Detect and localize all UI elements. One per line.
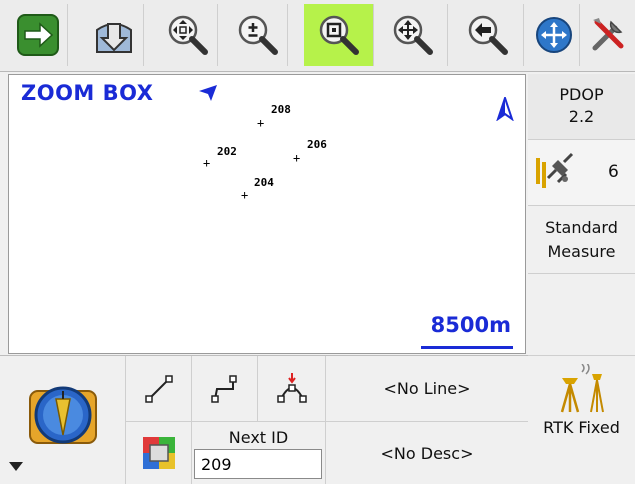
next-id-label: Next ID <box>228 428 289 447</box>
empty-status-cell <box>528 274 635 356</box>
rtk-cell[interactable]: RTK Fixed <box>528 356 635 483</box>
arrow-right-icon <box>16 14 59 56</box>
download-icon <box>95 23 132 53</box>
line-tool-button[interactable] <box>126 356 192 422</box>
arc-icon <box>276 372 307 403</box>
globe-nav-icon <box>535 17 572 53</box>
point-label-204: 204 <box>254 176 274 189</box>
zoom-box-icon <box>319 15 359 55</box>
pan-button[interactable] <box>378 4 448 66</box>
rtk-receiver-icon <box>560 364 604 413</box>
point-label-206: 206 <box>307 138 327 151</box>
zoom-back-icon <box>468 15 508 55</box>
rtk-status: RTK Fixed <box>543 418 620 437</box>
point-marker-208[interactable]: + <box>257 117 264 129</box>
plumb-bob-icon <box>28 386 97 444</box>
dropdown-arrow-icon[interactable] <box>197 83 221 103</box>
tools-button[interactable] <box>580 4 635 66</box>
line-icon <box>144 374 173 403</box>
globe-button[interactable] <box>528 4 580 66</box>
pdop-value: 2.2 <box>568 107 595 126</box>
point-marker-202[interactable]: + <box>203 157 210 169</box>
arc-tool-button[interactable] <box>258 356 326 422</box>
pdop-cell[interactable]: PDOP 2.2 <box>528 74 635 140</box>
polyline-tool-button[interactable] <box>192 356 258 422</box>
zoom-extents-icon <box>168 15 208 55</box>
measure-mode-line1: Standard <box>545 218 618 237</box>
layers-color-icon <box>142 437 175 469</box>
zoom-extents-button[interactable] <box>158 4 218 66</box>
line-selector[interactable]: <No Line> <box>326 356 528 422</box>
zoom-box-button[interactable] <box>304 4 374 66</box>
measure-mode-line2: Measure <box>547 242 616 261</box>
map-view[interactable]: ZOOM BOX 208 + 202 + 206 + 204 + 8500m <box>8 74 526 354</box>
zoom-in-out-button[interactable] <box>228 4 288 66</box>
point-marker-204[interactable]: + <box>241 189 248 201</box>
layer-button[interactable] <box>126 422 192 484</box>
bottom-panel: <No Line> Next ID 209 <No Desc> <box>0 355 528 484</box>
point-marker-206[interactable]: + <box>293 152 300 164</box>
toolbar <box>0 0 635 72</box>
pan-icon <box>393 15 433 55</box>
zoom-back-button[interactable] <box>452 4 524 66</box>
mode-label: ZOOM BOX <box>21 81 154 105</box>
satellite-icon <box>536 152 574 188</box>
status-panel: PDOP 2.2 6 Standard Measure RTK Fixed <box>528 74 635 483</box>
point-label-202: 202 <box>217 145 237 158</box>
point-label-208: 208 <box>271 103 291 116</box>
zoom-plus-minus-icon <box>238 15 278 55</box>
expand-down-icon[interactable] <box>8 460 24 472</box>
next-id-input[interactable]: 209 <box>194 449 322 479</box>
polyline-icon <box>210 374 237 403</box>
satellite-count: 6 <box>608 162 619 182</box>
scale-bar <box>421 346 513 349</box>
scale-label: 8500m <box>430 313 511 337</box>
tools-icon <box>592 18 623 51</box>
north-arrow-icon <box>496 97 514 121</box>
next-button[interactable] <box>8 4 68 66</box>
satellite-cell[interactable]: 6 <box>528 140 635 206</box>
import-button[interactable] <box>84 4 144 66</box>
desc-selector[interactable]: <No Desc> <box>326 422 528 484</box>
pdop-label: PDOP <box>559 85 604 104</box>
measure-mode-cell[interactable]: Standard Measure <box>528 206 635 274</box>
